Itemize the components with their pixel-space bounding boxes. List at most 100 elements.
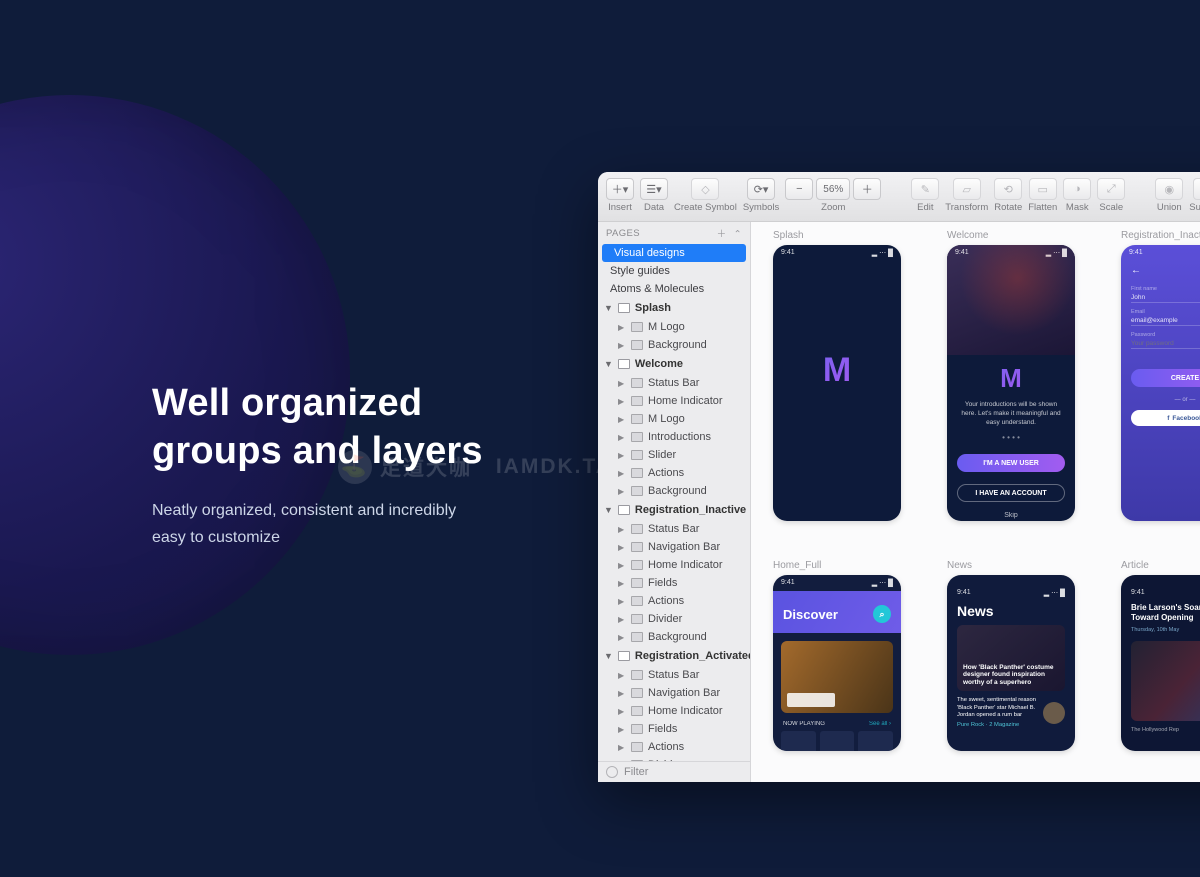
chevron-right-icon[interactable]: ▶: [618, 323, 626, 332]
layer-row[interactable]: ▶Divider: [598, 610, 750, 628]
chevron-right-icon[interactable]: ▶: [618, 689, 626, 698]
layer-row[interactable]: ▶Navigation Bar: [598, 538, 750, 556]
tb-subtract[interactable]: ◎Subtract: [1189, 178, 1200, 213]
password-field[interactable]: Password: [1131, 332, 1200, 349]
artboard-welcome[interactable]: Welcome 9:41▂ ⋯ █ M Your introductions w…: [947, 230, 1075, 521]
chevron-right-icon[interactable]: ▶: [618, 671, 626, 680]
chevron-right-icon[interactable]: ▶: [618, 525, 626, 534]
page-row[interactable]: Visual designs: [602, 244, 746, 262]
create-button[interactable]: CREATE: [1131, 369, 1200, 387]
layer-row[interactable]: ▶Actions: [598, 464, 750, 482]
chevron-right-icon[interactable]: ▶: [618, 341, 626, 350]
layer-row[interactable]: ▶Actions: [598, 592, 750, 610]
chevron-right-icon[interactable]: ▶: [618, 761, 626, 762]
layer-row[interactable]: ▶Status Bar: [598, 666, 750, 684]
artboard-home[interactable]: Home_Full 9:41▂ ⋯ █ Discover ⌕ NOW PLAYI…: [773, 560, 901, 751]
layer-row[interactable]: ▶Navigation Bar: [598, 684, 750, 702]
facebook-button[interactable]: fFacebook: [1131, 410, 1200, 426]
chevron-right-icon[interactable]: ▶: [618, 707, 626, 716]
tb-mask[interactable]: ◑Mask: [1063, 178, 1091, 213]
skip-link[interactable]: Skip: [947, 512, 1075, 519]
layer-row[interactable]: ▶Home Indicator: [598, 392, 750, 410]
tb-union[interactable]: ◉Union: [1155, 178, 1183, 213]
artboard-row[interactable]: ▼Welcome: [598, 354, 750, 374]
chevron-right-icon[interactable]: ▶: [618, 579, 626, 588]
chevron-right-icon[interactable]: ▶: [618, 487, 626, 496]
layer-row[interactable]: ▶Status Bar: [598, 374, 750, 392]
news-hero[interactable]: How 'Black Panther' costume designer fou…: [957, 625, 1065, 691]
chevron-right-icon[interactable]: ▶: [618, 451, 626, 460]
page-row[interactable]: Style guides: [598, 262, 750, 280]
tb-scale[interactable]: ⤢Scale: [1097, 178, 1125, 213]
layer-row[interactable]: ▶Background: [598, 482, 750, 500]
chevron-right-icon[interactable]: ▶: [618, 433, 626, 442]
tb-data[interactable]: ☰▾ Data: [640, 178, 668, 213]
tb-transform[interactable]: ▱Transform: [945, 178, 988, 213]
new-user-button[interactable]: I'M A NEW USER: [957, 454, 1065, 472]
chevron-right-icon[interactable]: ▶: [618, 469, 626, 478]
chevron-right-icon[interactable]: ▶: [618, 633, 626, 642]
see-all-link[interactable]: See all ›: [869, 721, 891, 727]
chevron-right-icon[interactable]: ▶: [618, 379, 626, 388]
artboard-registration[interactable]: Registration_Inactive 9:41▂ ⋯ █ ← First …: [1121, 230, 1200, 521]
folder-icon: [631, 724, 643, 734]
chevron-down-icon[interactable]: ▼: [604, 651, 613, 661]
layer-row[interactable]: ▶Slider: [598, 446, 750, 464]
layer-row[interactable]: ▶Fields: [598, 574, 750, 592]
chevron-down-icon[interactable]: ▼: [604, 359, 613, 369]
artboard-row[interactable]: ▼Registration_Activated: [598, 646, 750, 666]
artboard-splash[interactable]: Splash 9:41▂ ⋯ █ M: [773, 230, 901, 521]
layer-row[interactable]: ▶M Logo: [598, 318, 750, 336]
chevron-down-icon[interactable]: ▼: [604, 303, 613, 313]
back-icon[interactable]: ←: [1121, 261, 1200, 280]
first-name-field[interactable]: First name: [1131, 286, 1200, 303]
layer-row[interactable]: ▶Status Bar: [598, 520, 750, 538]
layer-row[interactable]: ▶Background: [598, 628, 750, 646]
chevron-right-icon[interactable]: ▶: [618, 561, 626, 570]
chevron-right-icon[interactable]: ▶: [618, 743, 626, 752]
featured-movie-card[interactable]: [781, 641, 893, 713]
chevron-right-icon[interactable]: ▶: [618, 397, 626, 406]
canvas[interactable]: Splash 9:41▂ ⋯ █ M Welcome 9:41▂ ⋯ █ M Y…: [751, 222, 1200, 782]
tb-rotate[interactable]: ⟲Rotate: [994, 178, 1022, 213]
layer-row[interactable]: ▶M Logo: [598, 410, 750, 428]
folder-icon: [631, 468, 643, 478]
filter-row[interactable]: Filter: [598, 761, 750, 782]
collapse-pages-icon[interactable]: ⌃: [734, 229, 742, 240]
artboard-row[interactable]: ▼Splash: [598, 298, 750, 318]
layer-row[interactable]: ▶Actions: [598, 738, 750, 756]
artboard-row[interactable]: ▼Registration_Inactive: [598, 500, 750, 520]
chevron-right-icon[interactable]: ▶: [618, 725, 626, 734]
artboard-article[interactable]: Article 9:41▂ ⋯ █ Brie Larson's Soaring …: [1121, 560, 1200, 751]
tb-flatten[interactable]: ▭Flatten: [1028, 178, 1057, 213]
news-story[interactable]: The sweet, sentimental reason 'Black Pan…: [957, 697, 1065, 729]
chevron-right-icon[interactable]: ▶: [618, 543, 626, 552]
search-icon[interactable]: ⌕: [873, 605, 891, 623]
layer-row[interactable]: ▶Divider: [598, 756, 750, 761]
layer-row[interactable]: ▶Fields: [598, 720, 750, 738]
chevron-down-icon[interactable]: ▼: [604, 505, 613, 515]
chevron-right-icon[interactable]: ▶: [618, 415, 626, 424]
visibility-icon[interactable]: [606, 766, 618, 778]
slider-dots: • • • •: [947, 433, 1075, 442]
layer-row[interactable]: ▶Background: [598, 336, 750, 354]
layer-row[interactable]: ▶Home Indicator: [598, 702, 750, 720]
folder-icon: [631, 578, 643, 588]
tb-edit[interactable]: ✎Edit: [911, 178, 939, 213]
tb-insert[interactable]: ＋▾ Insert: [606, 178, 634, 213]
email-field[interactable]: Email: [1131, 309, 1200, 326]
artboard-news[interactable]: News 9:41▂ ⋯ █ News How 'Black Panther' …: [947, 560, 1075, 751]
add-page-icon[interactable]: ＋: [717, 229, 727, 240]
page-row[interactable]: Atoms & Molecules: [598, 280, 750, 298]
tb-create-symbol[interactable]: ◇ Create Symbol: [674, 178, 737, 213]
layer-row[interactable]: ▶Introductions: [598, 428, 750, 446]
poster-row[interactable]: [773, 727, 901, 751]
tb-symbols[interactable]: ⟳▾ Symbols: [743, 178, 779, 213]
have-account-button[interactable]: I HAVE AN ACCOUNT: [957, 484, 1065, 502]
chevron-right-icon[interactable]: ▶: [618, 597, 626, 606]
folder-icon: [631, 378, 643, 388]
chevron-right-icon[interactable]: ▶: [618, 615, 626, 624]
m-logo: M: [773, 351, 901, 390]
layer-row[interactable]: ▶Home Indicator: [598, 556, 750, 574]
tb-zoom[interactable]: − 56% ＋ Zoom: [785, 178, 881, 213]
